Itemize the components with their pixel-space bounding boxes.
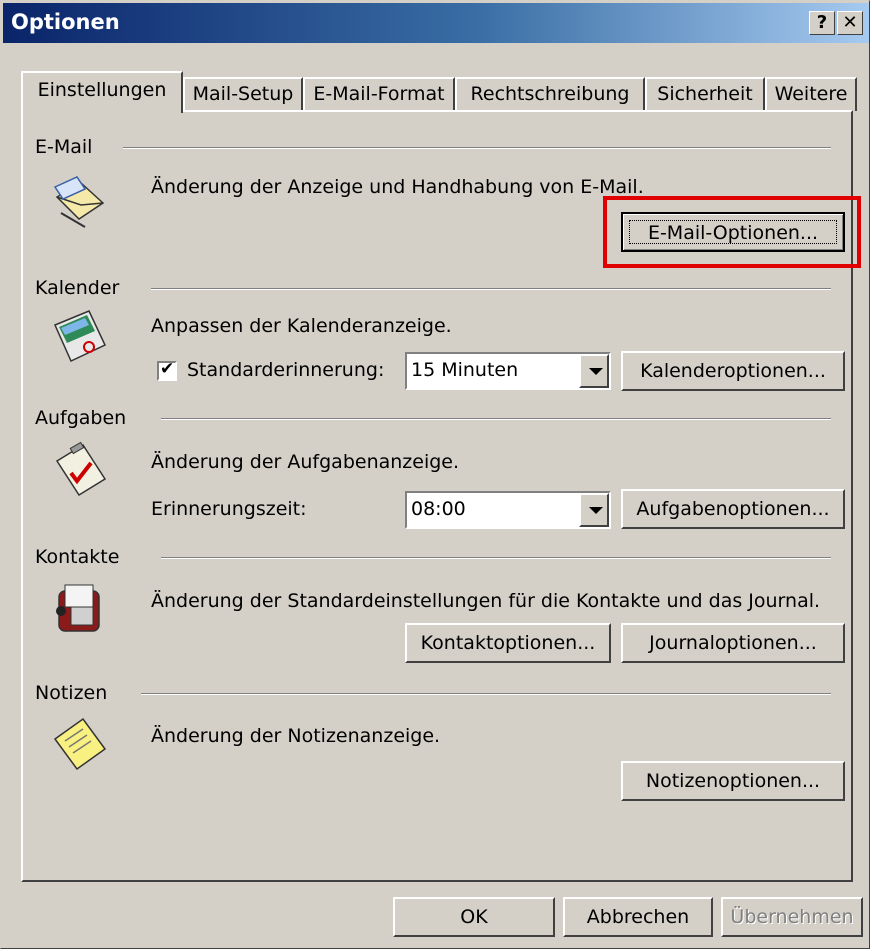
options-dialog: Optionen ? ✕ Einstellungen Mail-Setup E-… xyxy=(0,0,870,949)
close-button[interactable]: ✕ xyxy=(837,11,863,35)
tab-weitere[interactable]: Weitere xyxy=(765,77,857,111)
apply-button[interactable]: Übernehmen xyxy=(721,897,863,937)
title-bar[interactable]: Optionen ? ✕ xyxy=(3,3,869,43)
tab-email-format[interactable]: E-Mail-Format xyxy=(303,77,455,111)
ok-button[interactable]: OK xyxy=(393,897,555,937)
help-button[interactable]: ? xyxy=(809,11,835,35)
highlight-box xyxy=(603,196,861,268)
tab-einstellungen[interactable]: Einstellungen xyxy=(21,71,183,113)
tab-mail-setup[interactable]: Mail-Setup xyxy=(183,77,303,111)
dialog-title: Optionen xyxy=(11,10,120,34)
tab-rechtschreibung[interactable]: Rechtschreibung xyxy=(455,77,645,111)
tab-sicherheit[interactable]: Sicherheit xyxy=(645,77,765,111)
cancel-button[interactable]: Abbrechen xyxy=(563,897,713,937)
